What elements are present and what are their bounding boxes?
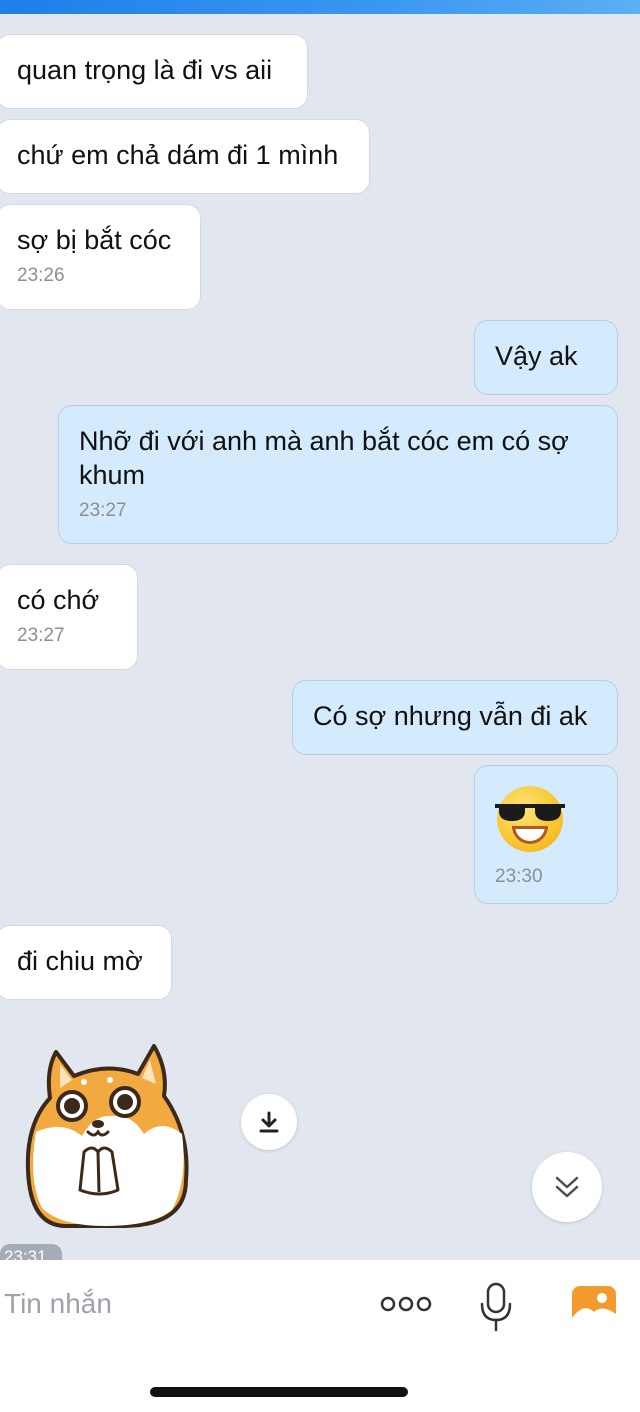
sunglasses-icon xyxy=(495,804,565,821)
message-text: có chớ xyxy=(17,585,100,615)
cool-sunglasses-emoji xyxy=(495,786,565,852)
message-text: Có sợ nhưng vẫn đi ak xyxy=(313,701,588,731)
message-time: 23:26 xyxy=(17,265,65,286)
message-time: 23:30 xyxy=(495,866,543,887)
download-icon xyxy=(259,1111,279,1133)
message-composer: Tin nhắn xyxy=(0,1260,640,1412)
smile-mouth xyxy=(512,826,548,844)
microphone-icon xyxy=(480,1282,512,1332)
message-text: sợ bị bắt cóc xyxy=(17,225,172,255)
message-time: 23:27 xyxy=(79,500,127,521)
chevron-double-down-icon xyxy=(555,1176,579,1198)
message-bubble-received[interactable]: sợ bị bắt cóc 23:26 xyxy=(0,204,201,310)
download-button[interactable] xyxy=(241,1094,297,1150)
message-bubble-received[interactable]: đi chiu mờ xyxy=(0,925,172,1000)
shiba-dog-sticker[interactable] xyxy=(22,1040,192,1230)
header-bar xyxy=(0,0,640,14)
home-indicator xyxy=(150,1387,408,1397)
message-input[interactable]: Tin nhắn xyxy=(4,1288,112,1320)
message-bubble-sent[interactable]: Có sợ nhưng vẫn đi ak xyxy=(292,680,618,755)
more-dots-icon xyxy=(380,1296,432,1312)
voice-message-button[interactable] xyxy=(478,1282,514,1332)
message-bubble-sent[interactable]: Vậy ak xyxy=(474,320,618,395)
message-bubble-received[interactable]: quan trọng là đi vs aii xyxy=(0,34,308,109)
message-text: quan trọng là đi vs aii xyxy=(17,55,273,85)
scroll-to-bottom-button[interactable] xyxy=(532,1152,602,1222)
message-text: Vậy ak xyxy=(495,341,578,371)
sticker-time: 23:31 xyxy=(0,1244,62,1260)
message-bubble-sent[interactable]: Nhỡ đi với anh mà anh bắt cóc em có sợ k… xyxy=(58,405,618,544)
image-gallery-icon xyxy=(572,1286,616,1326)
message-text: đi chiu mờ xyxy=(17,946,143,976)
image-picker-button[interactable] xyxy=(570,1284,618,1328)
more-options-button[interactable] xyxy=(380,1294,432,1314)
message-text: Nhỡ đi với anh mà anh bắt cóc em có sợ k… xyxy=(79,426,569,490)
message-time: 23:27 xyxy=(17,625,65,646)
message-text: chứ em chả dám đi 1 mình xyxy=(17,140,339,170)
message-bubble-received[interactable]: chứ em chả dám đi 1 mình xyxy=(0,119,370,194)
message-bubble-sent[interactable]: 23:30 xyxy=(474,765,618,904)
message-bubble-received[interactable]: có chớ 23:27 xyxy=(0,564,138,670)
